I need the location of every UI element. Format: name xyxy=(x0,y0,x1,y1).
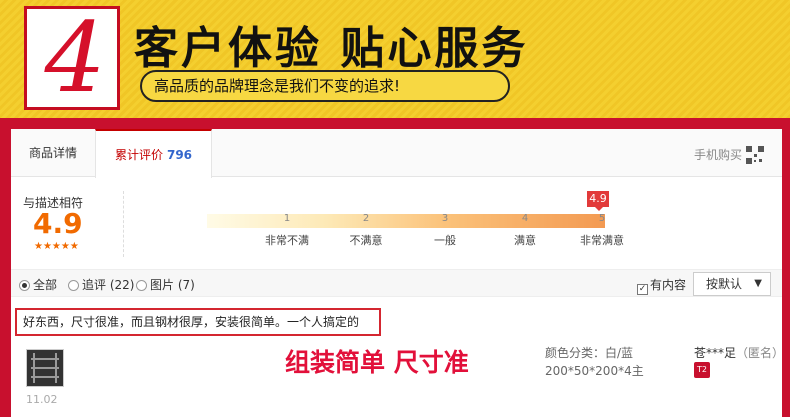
review-panel: 商品详情 累计评价 796 手机购买 与描述相符 4.9 ★★★★★ 4.9 1 … xyxy=(11,129,784,417)
filter-followup-radio[interactable]: 追评 (22) xyxy=(68,276,134,293)
mobile-buy-link[interactable]: 手机购买 xyxy=(694,146,764,164)
anonymous-tag: （匿名） xyxy=(736,346,785,360)
chevron-down-icon: ▼ xyxy=(754,278,762,289)
review-count: 796 xyxy=(166,148,193,162)
banner-subtitle: 高品质的品牌理念是我们不变的追求! xyxy=(140,70,510,102)
rating-label: 非常满意 xyxy=(580,234,624,247)
review-content: 好东西，尺寸很准，而且钢材很厚，安装很简单。一个人搞定的 xyxy=(15,308,381,336)
rating-tick: 5 xyxy=(598,213,606,224)
checkmark-icon: ✓ xyxy=(637,284,648,295)
review-filter-bar: 全部 追评 (22) 图片 (7) ✓ 有内容 按默认 ▼ xyxy=(11,269,782,297)
rating-tick: 1 xyxy=(283,213,291,224)
rating-tick: 4 xyxy=(521,213,529,224)
score-flag: 4.9 xyxy=(587,191,609,211)
reviewer-name: 苍***足（匿名） xyxy=(694,344,784,361)
banner-title: 客户体验 贴心服务 xyxy=(134,23,529,74)
sku-size: 200*50*200*4主 xyxy=(545,364,644,378)
tab-bar: 商品详情 累计评价 796 手机购买 xyxy=(11,129,782,178)
qr-code-icon[interactable] xyxy=(746,146,764,164)
rating-label: 一般 xyxy=(434,234,456,247)
filter-images-radio[interactable]: 图片 (7) xyxy=(136,276,195,293)
sort-dropdown[interactable]: 按默认 ▼ xyxy=(693,272,771,296)
sku-info: 颜色分类：白/蓝 200*50*200*4主 xyxy=(545,344,644,380)
rating-label: 非常不满 xyxy=(265,234,309,247)
review-photo-thumbnail[interactable] xyxy=(26,349,64,387)
tab-product-details[interactable]: 商品详情 xyxy=(11,129,95,177)
has-content-label: 有内容 xyxy=(650,278,687,292)
promo-caption: 组装简单 尺寸准 xyxy=(285,348,469,377)
mobile-buy-label: 手机购买 xyxy=(693,148,742,162)
has-content-checkbox[interactable]: ✓ 有内容 xyxy=(637,276,686,295)
tab-reviews-label: 累计评价 xyxy=(114,148,163,162)
filter-images-label: 图片 (7) xyxy=(150,278,195,292)
filter-all-radio[interactable]: 全部 xyxy=(19,276,57,293)
member-level-icon: T2 xyxy=(694,362,710,378)
radio-checked-icon xyxy=(19,280,30,291)
radio-icon xyxy=(136,280,147,291)
step-number-box: 4 xyxy=(24,2,120,114)
rating-tick: 3 xyxy=(441,213,449,224)
rating-label: 满意 xyxy=(514,234,536,247)
score-value: 4.9 xyxy=(33,207,83,240)
score-summary: 与描述相符 4.9 ★★★★★ xyxy=(11,189,121,261)
radio-icon xyxy=(68,280,79,291)
rating-tick: 2 xyxy=(362,213,370,224)
tab-reviews[interactable]: 累计评价 796 xyxy=(95,129,212,178)
rating-label: 不满意 xyxy=(349,234,383,247)
filter-followup-label: 追评 (22) xyxy=(82,278,135,292)
sort-value: 按默认 xyxy=(706,277,743,291)
review-date: 11.02 xyxy=(26,393,58,406)
score-divider xyxy=(123,191,124,257)
rating-gradient-bar xyxy=(207,214,605,228)
sku-color: 颜色分类：白/蓝 xyxy=(545,346,634,360)
step-number: 4 xyxy=(44,2,106,114)
reviewer-nick: 苍***足 xyxy=(694,346,737,360)
promo-banner: 4 客户体验 贴心服务 高品质的品牌理念是我们不变的追求! xyxy=(0,0,790,118)
star-rating-icon: ★★★★★ xyxy=(34,241,79,252)
filter-all-label: 全部 xyxy=(33,278,58,292)
